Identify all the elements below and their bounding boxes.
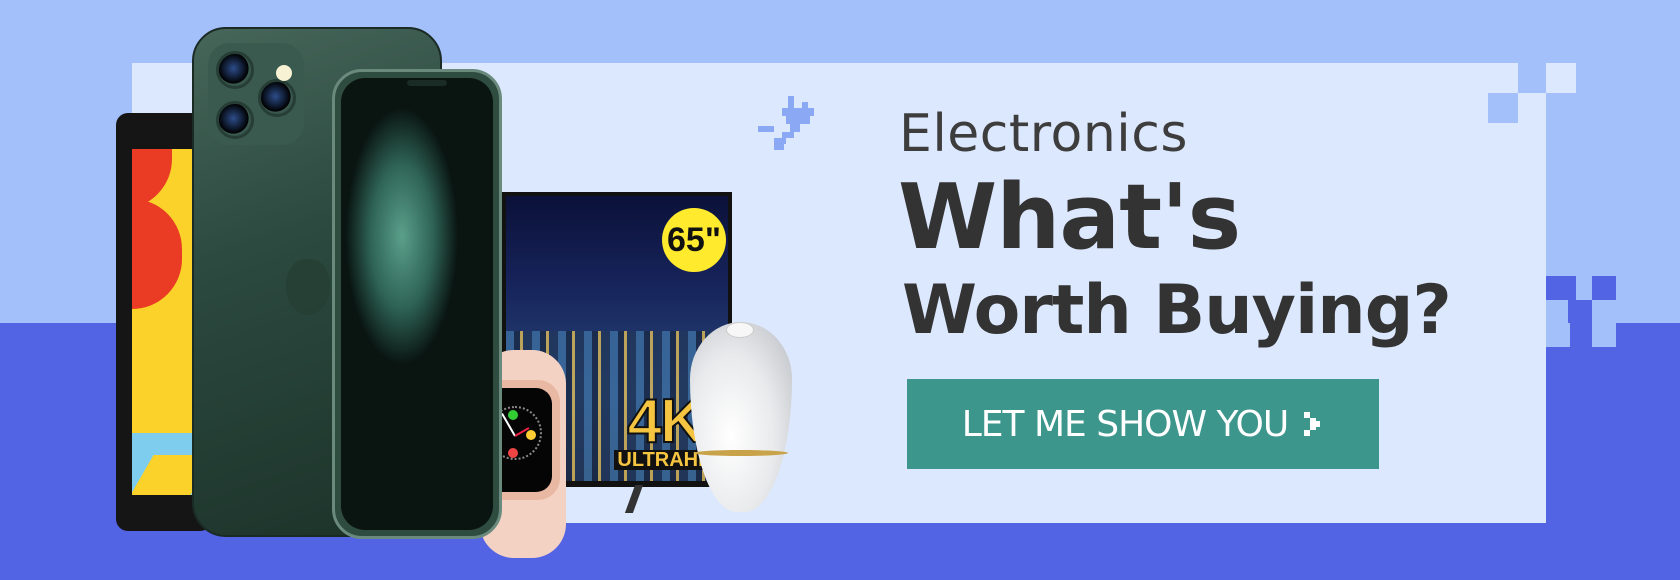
chevron-right-icon: [1304, 412, 1321, 436]
pixel-decoration: [1546, 276, 1576, 300]
pixel-decoration: [1518, 93, 1546, 121]
pixel-decoration: [1546, 93, 1576, 123]
pixel-decoration: [1488, 93, 1518, 123]
category-label: Electronics: [899, 104, 1188, 164]
product-collage: 65" 4K ULTRAHD: [110, 20, 830, 558]
pixel-decoration: [1546, 63, 1576, 93]
pixel-decoration: [1592, 300, 1616, 324]
pixel-decoration: [1546, 323, 1570, 347]
headline-line-1: What's: [898, 165, 1241, 270]
pixel-decoration: [1592, 323, 1616, 347]
cta-label: LET ME SHOW YOU: [961, 403, 1289, 445]
pixel-decoration: [1592, 276, 1616, 300]
pixel-decoration: [1568, 300, 1592, 324]
tv-size-badge: 65": [662, 208, 726, 272]
tv-stand: [624, 485, 644, 513]
humidifier-image: [690, 322, 792, 512]
headline-line-2: Worth Buying?: [902, 271, 1452, 350]
let-me-show-you-button[interactable]: LET ME SHOW YOU: [907, 379, 1379, 469]
plug-icon: [758, 96, 814, 150]
smartphone-front-image: [332, 69, 502, 539]
